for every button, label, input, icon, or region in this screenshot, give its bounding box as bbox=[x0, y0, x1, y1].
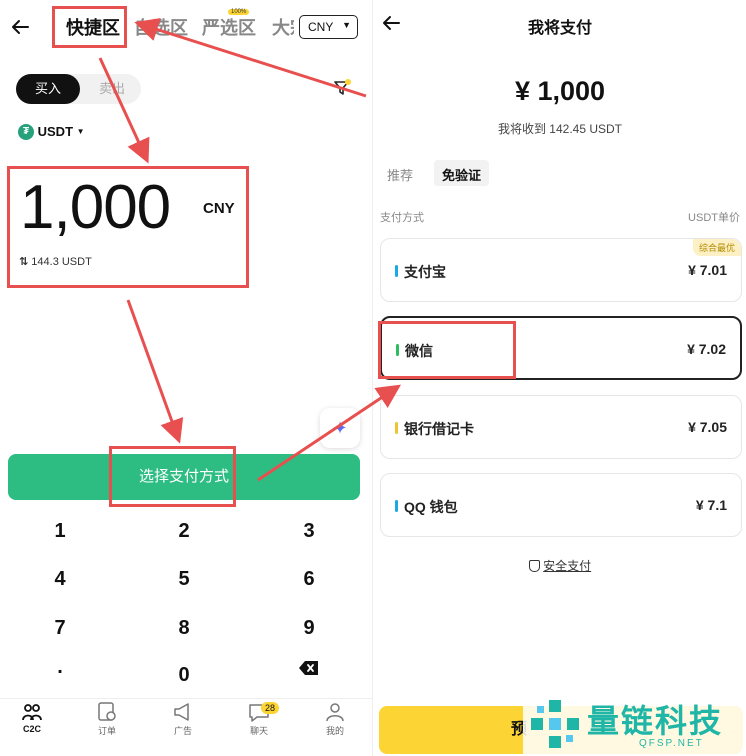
caret-down-icon: ▼ bbox=[342, 20, 351, 30]
nav-me[interactable]: 我的 bbox=[312, 702, 358, 737]
key-4[interactable]: 4 bbox=[30, 568, 90, 591]
amount-display: 1,000 bbox=[20, 173, 171, 242]
method-qq-wallet[interactable]: QQ 钱包 ¥ 7.1 bbox=[380, 473, 742, 537]
nav-label: 订单 bbox=[97, 726, 116, 736]
key-9[interactable]: 9 bbox=[279, 617, 339, 640]
sell-tab[interactable]: 卖出 bbox=[84, 74, 140, 104]
key-7[interactable]: 7 bbox=[30, 617, 90, 640]
secure-label: 安全支付 bbox=[543, 559, 592, 573]
nav-c2c[interactable]: C2C bbox=[9, 702, 55, 734]
backspace-icon[interactable] bbox=[298, 660, 320, 676]
tab-self-select[interactable]: 自选区 bbox=[134, 14, 188, 40]
nav-orders[interactable]: 订单 bbox=[84, 702, 130, 737]
left-screen: 快捷区 自选区 严选区 100% 大宗 CNY ▼ 买入 卖出 ₮ USDT ▼… bbox=[0, 0, 372, 756]
watermark: 量链科技 QFSP.NET bbox=[523, 692, 746, 756]
nav-label: 我的 bbox=[325, 726, 344, 736]
method-debit-card[interactable]: 银行借记卡 ¥ 7.05 bbox=[380, 395, 742, 459]
col-method: 支付方式 bbox=[380, 212, 424, 224]
tab-quick[interactable]: 快捷区 bbox=[66, 14, 120, 40]
method-name: 银行借记卡 bbox=[404, 421, 474, 437]
method-price: ¥ 7.02 bbox=[687, 341, 726, 357]
method-wechat[interactable]: 微信 ¥ 7.02 bbox=[380, 316, 742, 380]
currency-select[interactable]: CNY ▼ bbox=[299, 15, 358, 39]
caret-down-icon: ▼ bbox=[76, 127, 85, 137]
method-color-bar bbox=[395, 500, 398, 512]
key-3[interactable]: 3 bbox=[279, 520, 339, 543]
arrow-left-icon[interactable] bbox=[10, 18, 30, 36]
shield-icon bbox=[528, 559, 540, 572]
user-icon bbox=[326, 703, 344, 722]
converted-amount: ⇅ 144.3 USDT bbox=[19, 255, 92, 268]
coin-selector[interactable]: ₮ USDT ▼ bbox=[18, 123, 85, 143]
tether-icon: ₮ bbox=[18, 123, 34, 140]
key-0[interactable]: 0 bbox=[154, 664, 214, 687]
method-price: ¥ 7.01 bbox=[688, 262, 727, 278]
choose-payment-button[interactable]: 选择支付方式 bbox=[8, 454, 360, 500]
nav-chat[interactable]: 聊天 28 bbox=[236, 702, 282, 737]
method-price: ¥ 7.1 bbox=[695, 497, 727, 513]
method-color-bar bbox=[396, 344, 399, 356]
nav-label: 聊天 bbox=[249, 726, 268, 736]
key-6[interactable]: 6 bbox=[279, 568, 339, 591]
buy-tab[interactable]: 买入 bbox=[16, 74, 80, 104]
tab-no-verification[interactable]: 免验证 bbox=[434, 160, 490, 186]
sparkle-icon[interactable]: ✦ bbox=[320, 408, 360, 448]
method-name: QQ 钱包 bbox=[404, 499, 458, 515]
order-icon bbox=[98, 702, 116, 721]
chat-badge: 28 bbox=[261, 702, 280, 714]
tab-badge: 100% bbox=[228, 9, 250, 15]
watermark-domain: QFSP.NET bbox=[639, 738, 704, 749]
converted-value: 144.3 USDT bbox=[31, 256, 92, 268]
watermark-brand: 量链科技 bbox=[587, 703, 724, 739]
tab-strict-select[interactable]: 严选区 bbox=[202, 14, 256, 40]
currency-select-value: CNY bbox=[308, 20, 334, 34]
best-tag: 综合最优 bbox=[692, 239, 741, 256]
key-2[interactable]: 2 bbox=[154, 520, 214, 543]
key-8[interactable]: 8 bbox=[154, 617, 214, 640]
nav-ads[interactable]: 广告 bbox=[160, 702, 206, 737]
pay-amount: ¥ 1,000 bbox=[514, 76, 606, 106]
coin-label: USDT bbox=[37, 124, 74, 140]
amount-unit: CNY bbox=[203, 200, 235, 217]
megaphone-icon bbox=[174, 703, 189, 721]
secure-payment[interactable]: 安全支付 bbox=[373, 557, 746, 574]
swap-icon: ⇅ bbox=[19, 256, 29, 268]
people-icon bbox=[22, 704, 42, 721]
tab-bulk[interactable]: 大宗 bbox=[272, 14, 294, 40]
right-screen: 我将支付 ¥ 1,000 我将收到 142.45 USDT 推荐 免验证 支付方… bbox=[372, 0, 746, 756]
watermark-logo bbox=[531, 700, 579, 748]
key-dot[interactable]: . bbox=[30, 656, 90, 679]
tab-recommended[interactable]: 推荐 bbox=[387, 165, 413, 184]
method-color-bar bbox=[395, 265, 398, 277]
method-alipay[interactable]: 支付宝 ¥ 7.01 综合最优 bbox=[380, 238, 742, 302]
nav-label: 广告 bbox=[173, 726, 192, 736]
method-name: 微信 bbox=[405, 343, 433, 359]
key-1[interactable]: 1 bbox=[30, 520, 90, 543]
nav-label: C2C bbox=[22, 724, 41, 734]
method-color-bar bbox=[395, 422, 398, 434]
method-name: 支付宝 bbox=[404, 264, 446, 280]
page-title: 我将支付 bbox=[527, 20, 592, 37]
nav-divider bbox=[0, 698, 372, 699]
method-price: ¥ 7.05 bbox=[688, 419, 727, 435]
receive-amount: 我将收到 142.45 USDT bbox=[497, 122, 623, 136]
filter-icon[interactable] bbox=[332, 78, 352, 98]
col-price: USDT单价 bbox=[688, 212, 740, 224]
key-5[interactable]: 5 bbox=[154, 568, 214, 591]
